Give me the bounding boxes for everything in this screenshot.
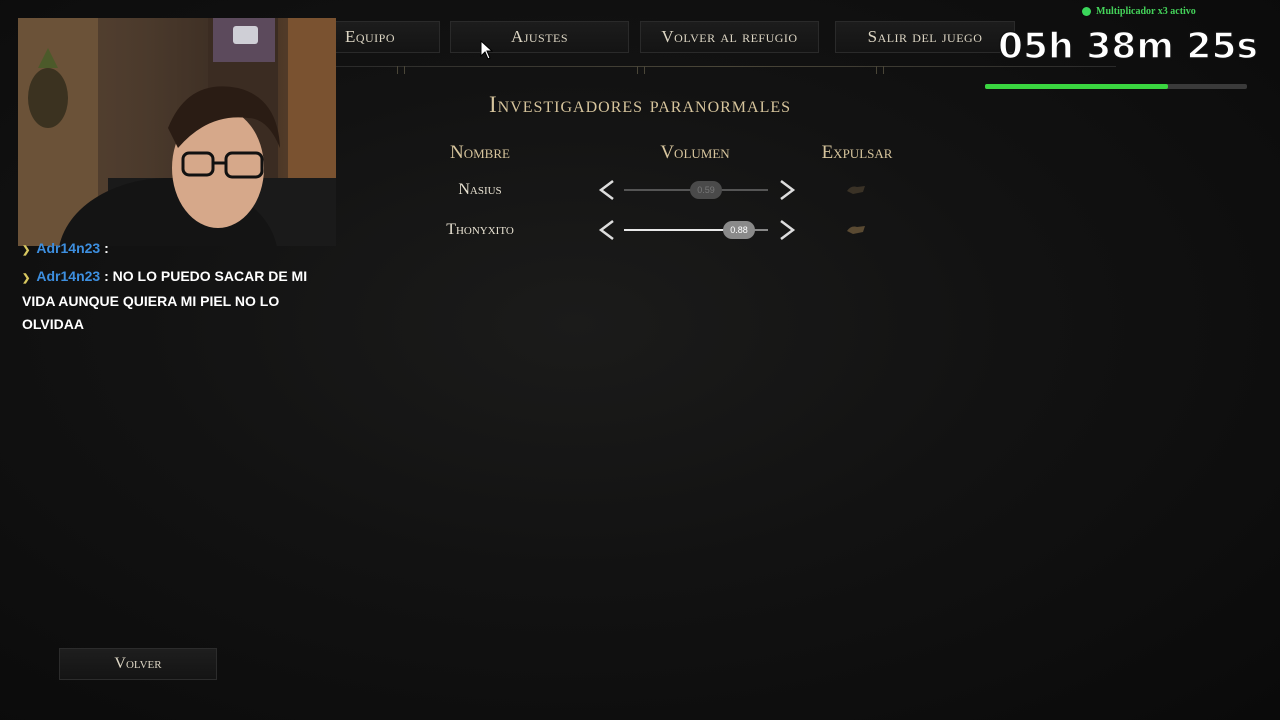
webcam-overlay [18, 18, 336, 246]
tab-volver-al-refugio-label: Volver al refugio [661, 27, 798, 46]
section-title: Investigadores paranormales [488, 92, 792, 117]
column-header-volume: Volumen [660, 142, 730, 163]
status-dot-icon [1082, 7, 1091, 16]
chat-message: ❯ Adr14n23 : NO LO PUEDO SACAR DE MI VIDA… [22, 265, 327, 336]
volume-value: 0.88 [730, 225, 748, 235]
kick-icon[interactable] [845, 223, 867, 237]
chat-badge-icon: ❯ [22, 273, 31, 284]
volume-slider-handle[interactable]: 0.88 [723, 221, 755, 239]
webcam-image [18, 18, 336, 246]
column-header-name: Nombre [450, 142, 510, 163]
multiplier-text: Multiplicador x3 activo [1096, 6, 1196, 17]
tab-volver-al-refugio[interactable]: Volver al refugio [640, 21, 819, 53]
volume-value: 0.59 [697, 185, 715, 195]
timer-progress-bar [985, 84, 1247, 89]
tab-salir-del-juego-label: Salir del juego [867, 27, 983, 46]
chat-message: ❯ Adr14n23 : [22, 237, 327, 262]
mouse-cursor-icon [480, 40, 494, 60]
chat-username: Adr14n23 [36, 268, 101, 284]
tab-ajustes[interactable]: Ajustes [450, 21, 629, 53]
chat-username: Adr14n23 [36, 240, 101, 256]
player-name: Nasius [458, 181, 502, 198]
player-name: Thonyxito [446, 221, 514, 238]
volume-slider-fill[interactable] [624, 229, 734, 231]
timer-progress-fill [985, 84, 1169, 89]
tab-divider-notch [637, 66, 645, 74]
chevron-right-icon[interactable] [777, 219, 797, 241]
tab-divider-notch [397, 66, 405, 74]
chevron-right-icon[interactable] [777, 179, 797, 201]
kick-icon[interactable] [845, 183, 867, 197]
chevron-left-icon[interactable] [597, 219, 617, 241]
tab-salir-del-juego[interactable]: Salir del juego [835, 21, 1015, 53]
back-button[interactable]: Volver [59, 648, 217, 680]
chevron-left-icon[interactable] [597, 179, 617, 201]
stream-timer: 05h 38m 25s [997, 25, 1258, 68]
tab-equipo-label: Equipo [344, 27, 396, 46]
back-button-label: Volver [114, 655, 162, 672]
chat-text: : [104, 240, 109, 256]
multiplier-indicator: Multiplicador x3 activo [1082, 6, 1196, 17]
chat-badge-icon: ❯ [22, 245, 31, 256]
tab-ajustes-label: Ajustes [510, 27, 569, 46]
volume-slider-handle[interactable]: 0.59 [690, 181, 722, 199]
column-header-kick: Expulsar [821, 142, 893, 163]
tab-divider-notch [876, 66, 884, 74]
